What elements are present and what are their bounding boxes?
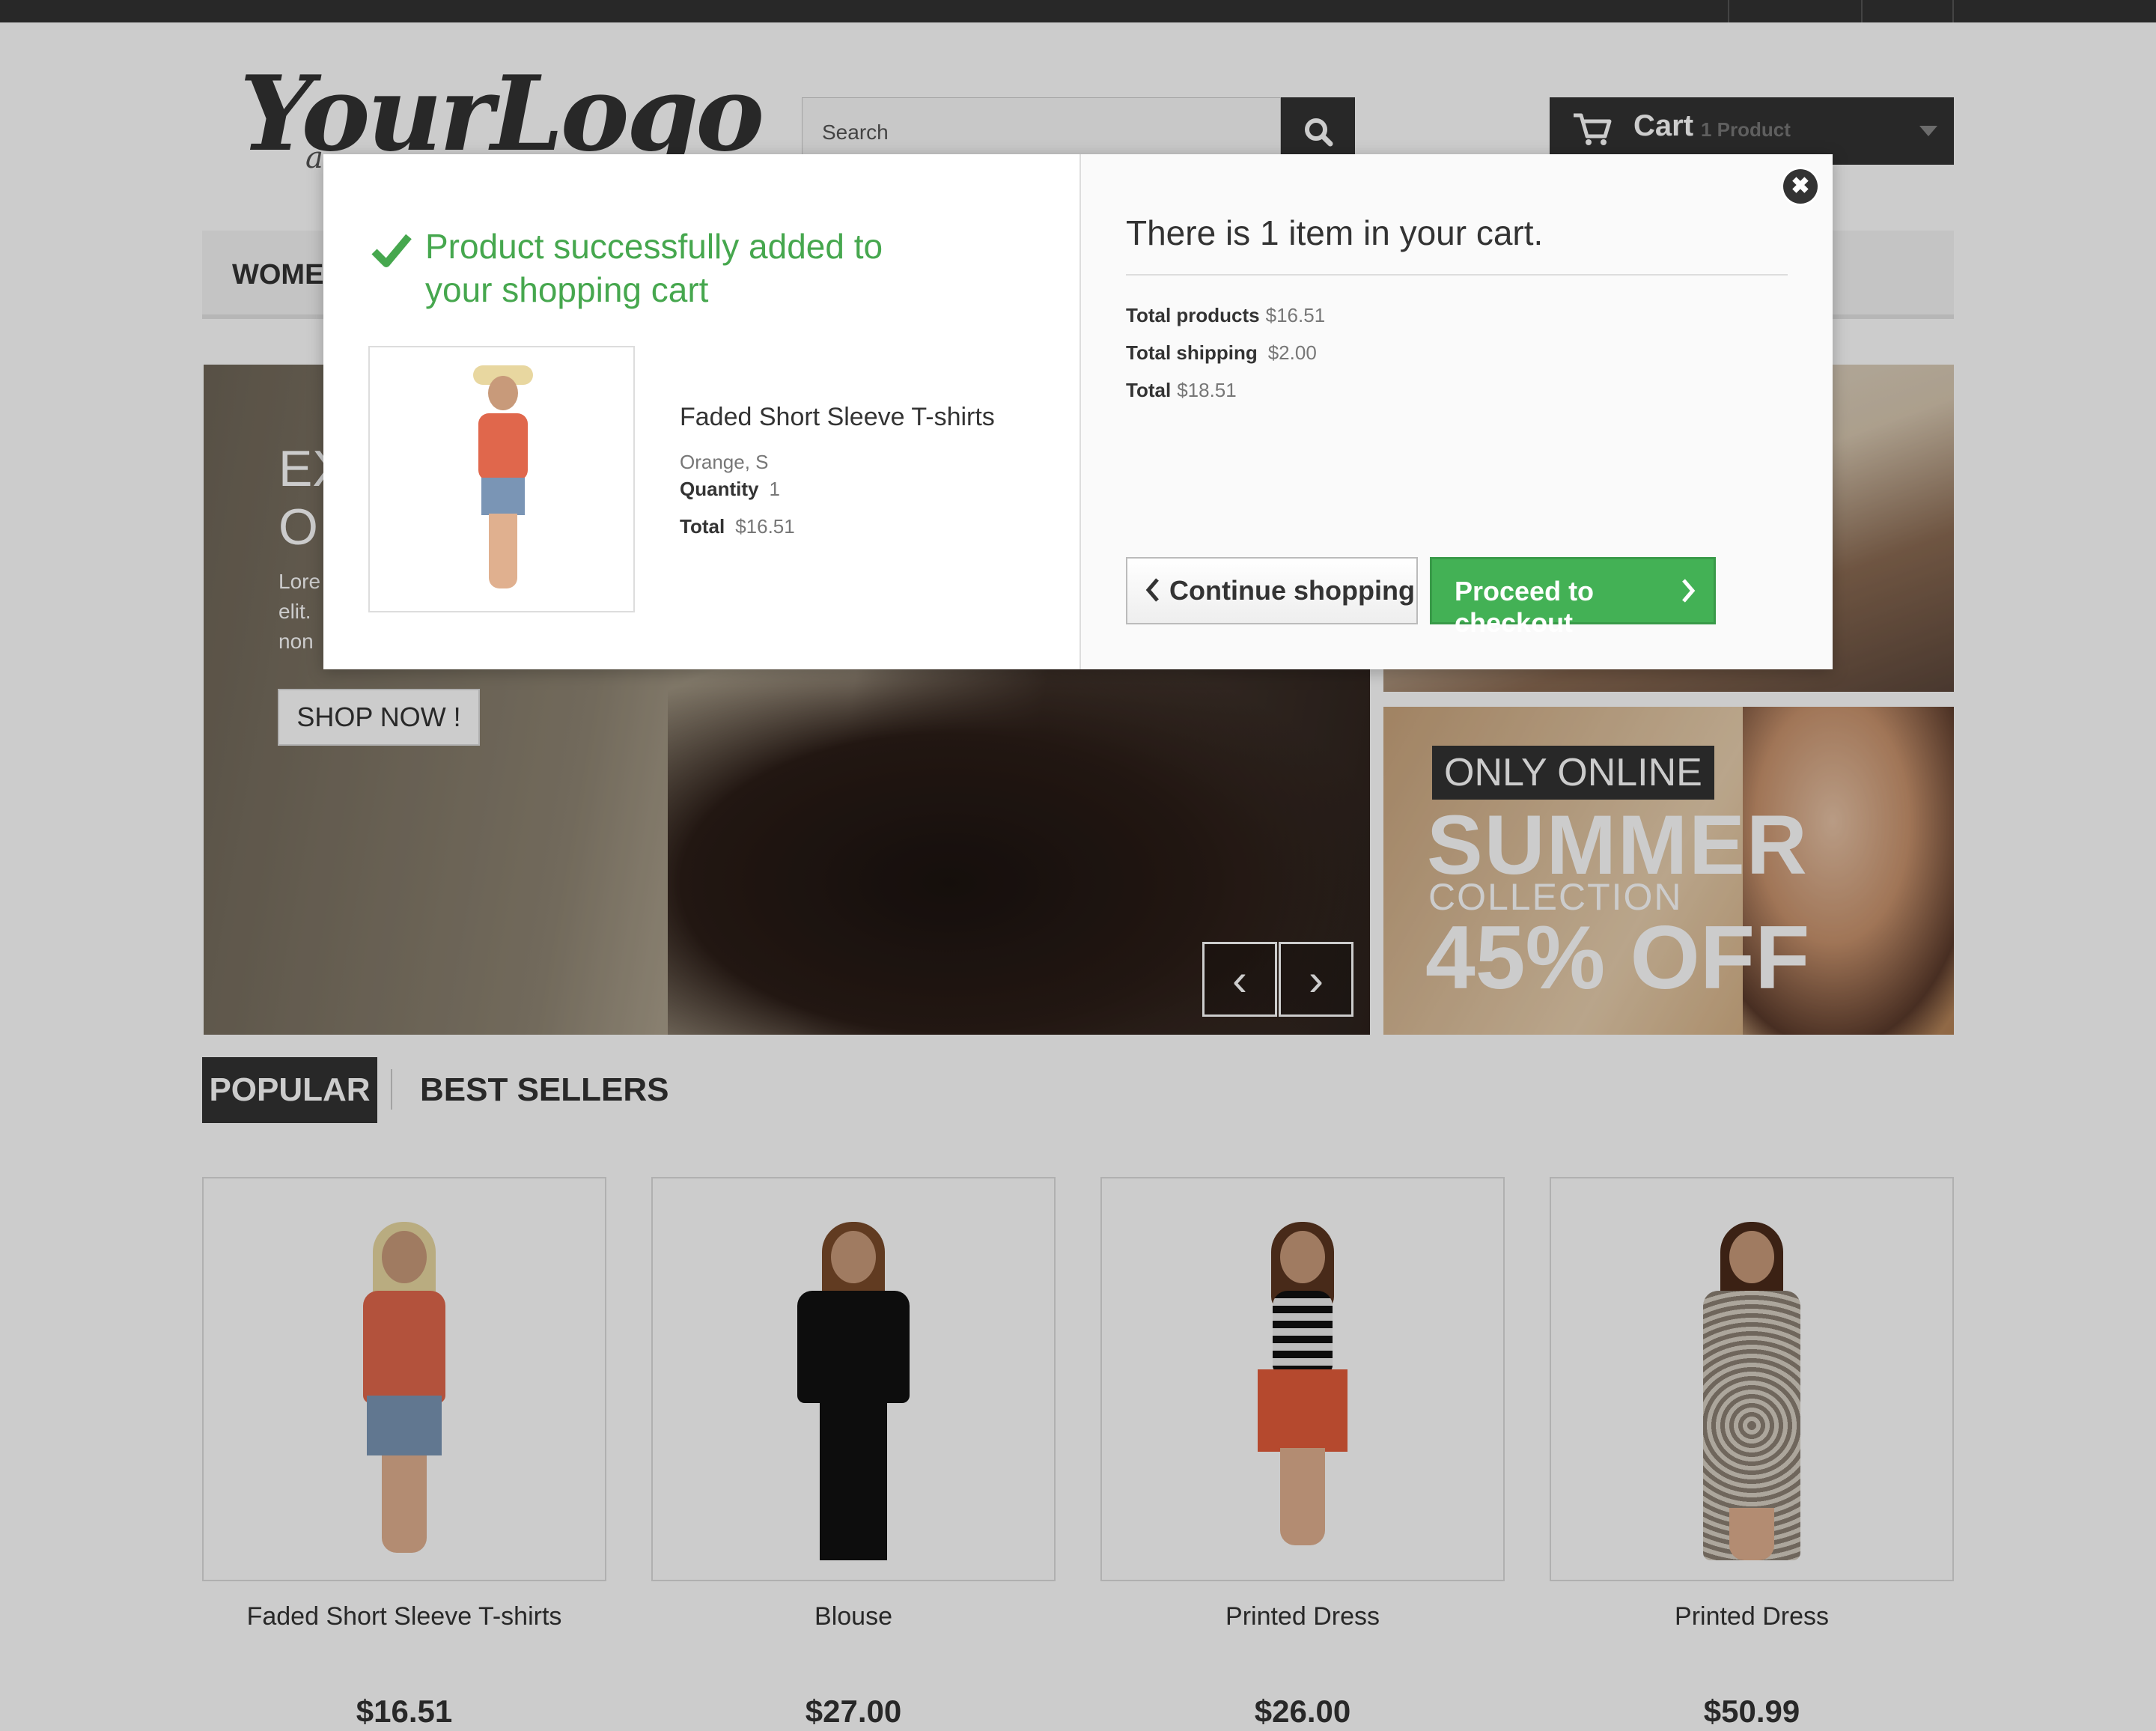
item-total-label: Total	[680, 515, 725, 538]
success-message-line2: your shopping cart	[425, 270, 709, 309]
continue-shopping-label: Continue shopping	[1169, 575, 1415, 606]
added-product-total: Total $16.51	[680, 515, 795, 538]
close-icon[interactable]: ✖	[1783, 169, 1818, 204]
proceed-to-checkout-button[interactable]: Proceed to checkout	[1430, 557, 1716, 638]
added-product-quantity: Quantity 1	[680, 478, 780, 501]
divider	[1126, 274, 1788, 276]
added-product-name: Faded Short Sleeve T-shirts	[680, 403, 995, 431]
quantity-label: Quantity	[680, 478, 759, 500]
continue-shopping-button[interactable]: Continue shopping	[1126, 557, 1418, 624]
total-products-value: $16.51	[1265, 304, 1326, 326]
proceed-to-checkout-label: Proceed to checkout	[1455, 576, 1595, 638]
modal-product-panel: Product successfully added to your shopp…	[323, 154, 1079, 669]
item-total-value: $16.51	[735, 515, 795, 538]
product-figure-legs	[489, 514, 517, 588]
product-figure-head	[488, 376, 518, 410]
modal-cart-panel: There is 1 item in your cart. Total prod…	[1079, 154, 1833, 669]
success-message-line1: Product successfully added to	[425, 227, 883, 266]
total-shipping-value: $2.00	[1267, 341, 1317, 364]
added-product-attributes: Orange, S	[680, 451, 769, 473]
cart-heading: There is 1 item in your cart.	[1126, 213, 1544, 252]
total-shipping-label: Total shipping	[1126, 341, 1258, 364]
grand-total-row: Total $18.51	[1126, 379, 1237, 402]
grand-total-label: Total	[1126, 379, 1172, 401]
product-figure-bottom	[481, 478, 525, 515]
chevron-right-icon	[1682, 579, 1696, 603]
product-image	[447, 365, 559, 597]
add-to-cart-modal: Product successfully added to your shopp…	[323, 154, 1833, 669]
product-figure-top	[478, 413, 528, 481]
total-shipping-row: Total shipping $2.00	[1126, 341, 1317, 365]
total-products-row: Total products $16.51	[1126, 304, 1325, 327]
success-message: Product successfully added to your shopp…	[425, 225, 949, 311]
total-products-label: Total products	[1126, 304, 1260, 326]
chevron-left-icon	[1145, 578, 1159, 602]
quantity-value: 1	[769, 478, 780, 500]
added-product-thumbnail	[368, 346, 635, 612]
grand-total-value: $18.51	[1177, 379, 1237, 401]
check-icon	[371, 234, 412, 267]
